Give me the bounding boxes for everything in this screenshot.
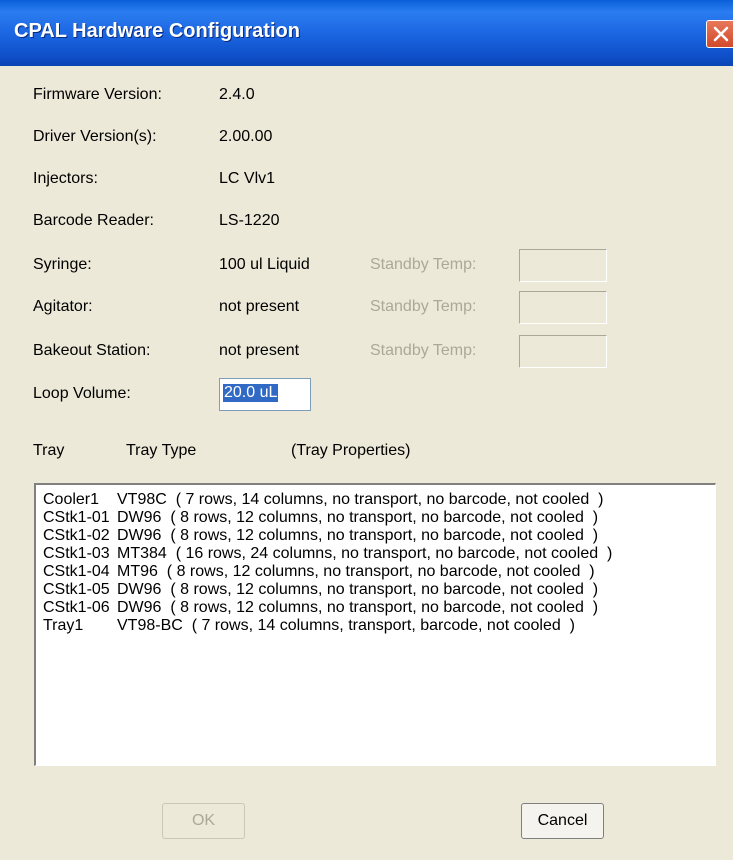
close-icon: [713, 26, 729, 42]
tray-description: DW96 ( 8 rows, 12 columns, no transport,…: [117, 581, 599, 598]
tray-name: CStk1-04: [43, 563, 110, 580]
barcode-reader-value: LS-1220: [219, 212, 280, 229]
agitator-label: Agitator:: [33, 298, 93, 315]
tray-name: CStk1-03: [43, 545, 110, 562]
cancel-button[interactable]: Cancel: [521, 803, 604, 839]
tray-description: MT96 ( 8 rows, 12 columns, no transport,…: [117, 563, 595, 580]
tray-description: DW96 ( 8 rows, 12 columns, no transport,…: [117, 527, 599, 544]
syringe-standby-temp-label: Standby Temp:: [370, 256, 477, 273]
bakeout-value: not present: [219, 342, 300, 359]
tray-name: CStk1-06: [43, 599, 110, 616]
tray-description: MT384 ( 16 rows, 24 columns, no transpor…: [117, 545, 613, 562]
tray-name: Cooler1: [43, 491, 100, 508]
tray-name: CStk1-05: [43, 581, 110, 598]
bakeout-standby-temp-label: Standby Temp:: [370, 342, 477, 359]
list-item[interactable]: CStk1-04 MT96 ( 8 rows, 12 columns, no tr…: [43, 563, 595, 581]
loop-volume-label: Loop Volume:: [33, 385, 131, 402]
tray-column-header: Tray: [33, 442, 65, 459]
tray-list[interactable]: Cooler1 VT98C ( 7 rows, 14 columns, no tr…: [34, 483, 716, 766]
list-item[interactable]: Cooler1 VT98C ( 7 rows, 14 columns, no tr…: [43, 491, 603, 509]
ok-button[interactable]: OK: [162, 803, 245, 839]
bakeout-label: Bakeout Station:: [33, 342, 151, 359]
tray-name: CStk1-01: [43, 509, 110, 526]
list-item[interactable]: CStk1-05 DW96 ( 8 rows, 12 columns, no tr…: [43, 581, 598, 599]
tray-description: VT98-BC ( 7 rows, 14 columns, transport,…: [117, 617, 575, 634]
list-item[interactable]: CStk1-01 DW96 ( 8 rows, 12 columns, no tr…: [43, 509, 598, 527]
agitator-standby-temp-field: [519, 291, 607, 324]
syringe-value: 100 ul Liquid: [219, 256, 310, 273]
injectors-label: Injectors:: [33, 170, 98, 187]
tray-type-column-header: Tray Type: [126, 442, 197, 459]
window-title: CPAL Hardware Configuration: [14, 20, 300, 42]
list-item[interactable]: CStk1-03 MT384 ( 16 rows, 24 columns, no …: [43, 545, 612, 563]
syringe-label: Syringe:: [33, 256, 92, 273]
driver-label: Driver Version(s):: [33, 128, 157, 145]
bakeout-standby-temp-field: [519, 335, 607, 368]
firmware-label: Firmware Version:: [33, 86, 162, 103]
loop-volume-value: 20.0 uL: [223, 384, 279, 402]
tray-description: DW96 ( 8 rows, 12 columns, no transport,…: [117, 599, 599, 616]
close-button[interactable]: [706, 20, 733, 48]
injectors-value: LC Vlv1: [219, 170, 276, 187]
list-item[interactable]: Tray1 VT98-BC ( 7 rows, 14 columns, trans…: [43, 617, 575, 635]
tray-name: CStk1-02: [43, 527, 110, 544]
firmware-value: 2.4.0: [219, 86, 255, 103]
agitator-value: not present: [219, 298, 300, 315]
list-item[interactable]: CStk1-06 DW96 ( 8 rows, 12 columns, no tr…: [43, 599, 598, 617]
barcode-reader-label: Barcode Reader:: [33, 212, 154, 229]
agitator-standby-temp-label: Standby Temp:: [370, 298, 477, 315]
syringe-standby-temp-field: [519, 249, 607, 282]
tray-description: VT98C ( 7 rows, 14 columns, no transport…: [117, 491, 604, 508]
tray-description: DW96 ( 8 rows, 12 columns, no transport,…: [117, 509, 599, 526]
title-bar[interactable]: CPAL Hardware Configuration: [0, 0, 733, 66]
loop-volume-input[interactable]: 20.0 uL: [219, 378, 311, 411]
tray-name: Tray1: [43, 617, 84, 634]
driver-value: 2.00.00: [219, 128, 273, 145]
list-item[interactable]: CStk1-02 DW96 ( 8 rows, 12 columns, no tr…: [43, 527, 598, 545]
tray-properties-column-header: (Tray Properties): [291, 442, 411, 459]
